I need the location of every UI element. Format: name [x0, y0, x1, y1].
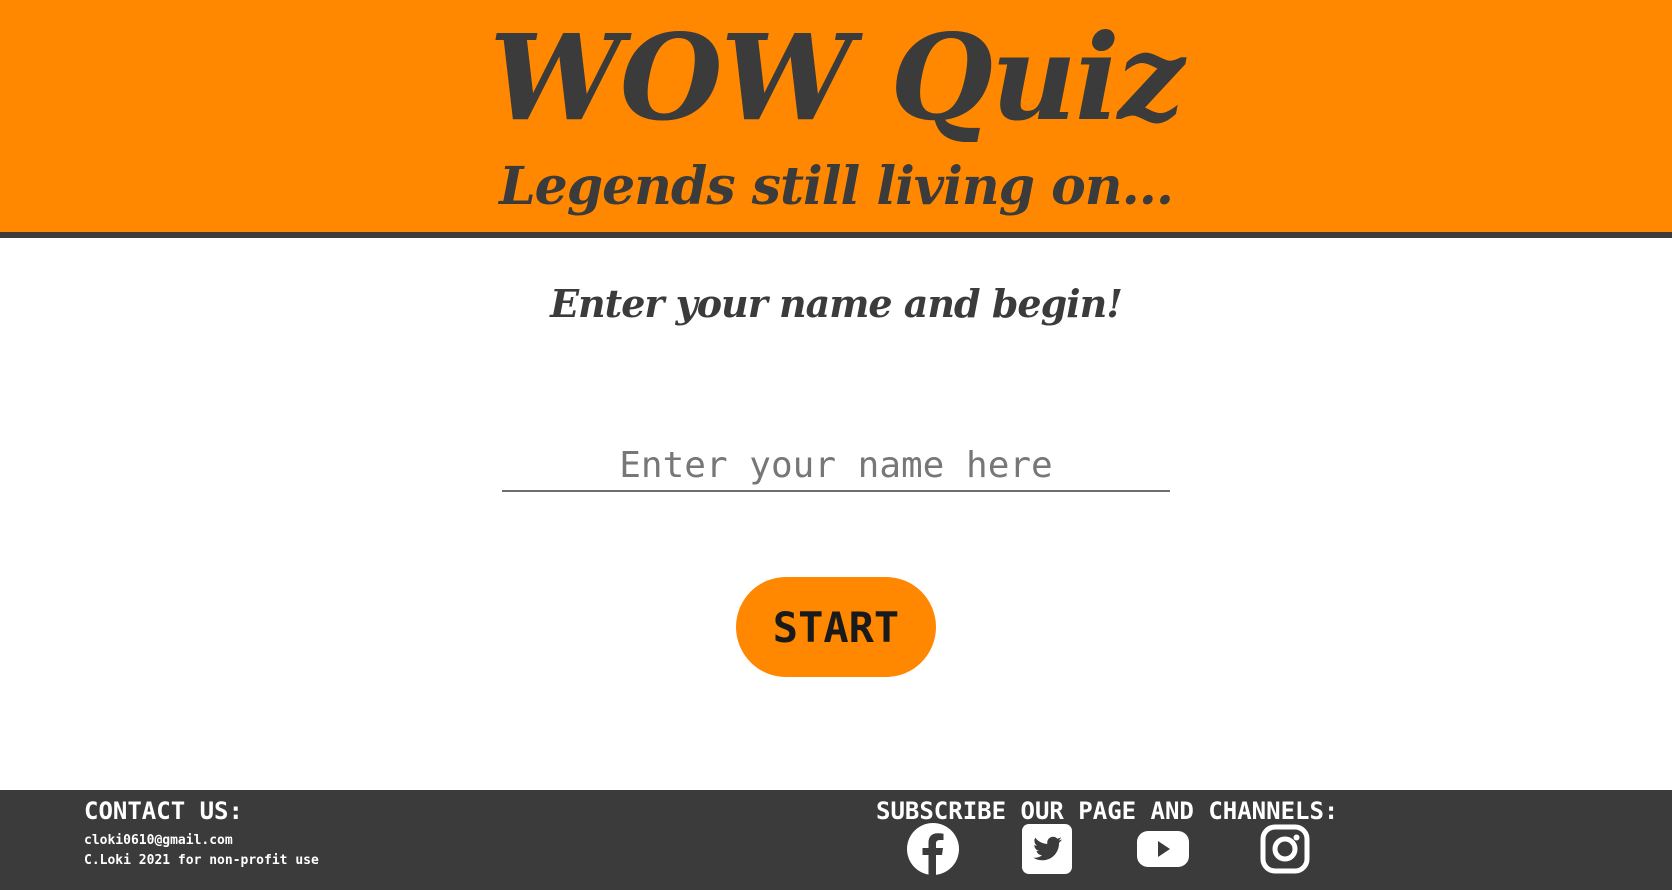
- name-input[interactable]: [502, 440, 1170, 492]
- page-footer: CONTACT US: cloki0610@gmail.com C.Loki 2…: [0, 790, 1672, 890]
- instagram-icon[interactable]: [1258, 822, 1312, 876]
- page-title: WOW Quiz: [489, 8, 1184, 147]
- page-header: WOW Quiz Legends still living on...: [0, 0, 1672, 238]
- start-prompt: Enter your name and begin!: [550, 281, 1123, 326]
- twitter-icon[interactable]: [1020, 822, 1074, 876]
- contact-email: cloki0610@gmail.com: [84, 833, 233, 848]
- facebook-icon[interactable]: [906, 822, 960, 876]
- start-button[interactable]: START: [736, 577, 936, 677]
- youtube-icon[interactable]: [1136, 822, 1190, 876]
- copyright-text: C.Loki 2021 for non-profit use: [84, 853, 319, 868]
- contact-heading: CONTACT US:: [84, 797, 243, 825]
- page-subtitle: Legends still living on...: [499, 156, 1174, 217]
